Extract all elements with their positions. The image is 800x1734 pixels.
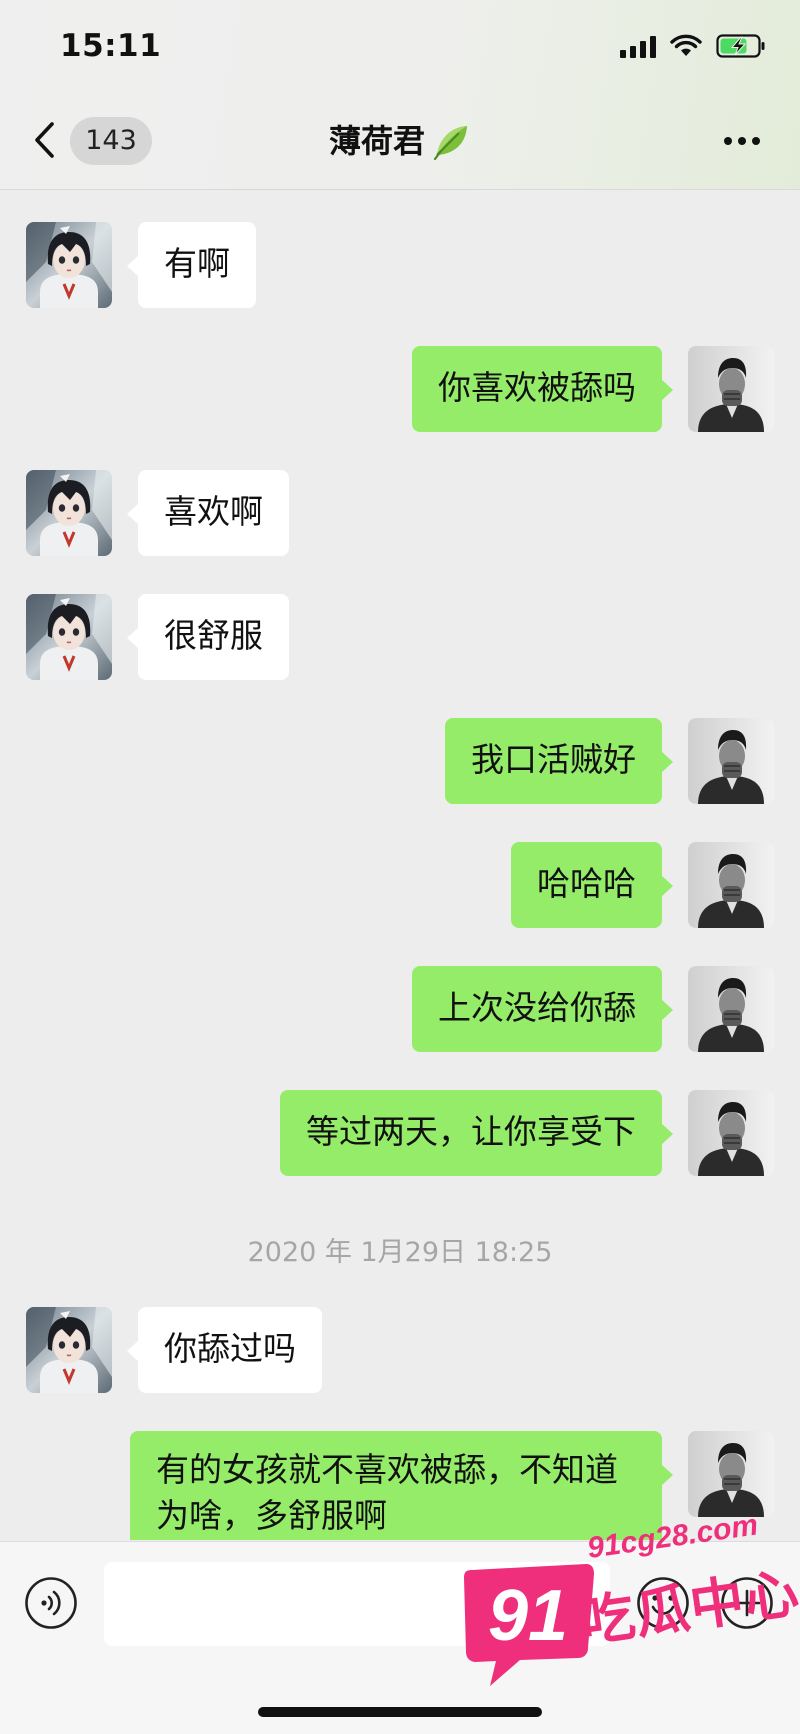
message-outgoing: 有的女孩就不喜欢被舔，不知道为啥，多舒服啊 <box>0 1431 800 1540</box>
leaf-icon <box>433 126 467 161</box>
message-outgoing: 你喜欢被舔吗 <box>0 346 800 434</box>
plus-button[interactable] <box>720 1576 774 1630</box>
my-avatar[interactable] <box>688 718 774 804</box>
my-avatar[interactable] <box>688 1431 774 1517</box>
message-bubble[interactable]: 我口活贼好 <box>445 718 673 804</box>
emoji-icon <box>637 1577 689 1629</box>
chat-title[interactable]: 薄荷君 <box>0 116 800 166</box>
status-time: 15:11 <box>60 28 162 64</box>
message-bubble[interactable]: 你舔过吗 <box>127 1307 322 1393</box>
my-avatar[interactable] <box>688 1090 774 1176</box>
message-outgoing: 我口活贼好 <box>0 718 800 806</box>
message-bubble[interactable]: 有啊 <box>127 222 256 308</box>
voice-icon <box>25 1577 77 1629</box>
my-avatar[interactable] <box>688 842 774 928</box>
message-outgoing: 等过两天，让你享受下 <box>0 1090 800 1178</box>
wifi-icon <box>670 34 702 58</box>
message-timestamp: 2020 年 1月29日 18:25 <box>247 1237 553 1268</box>
message-input[interactable] <box>104 1562 610 1646</box>
message-bubble[interactable]: 有的女孩就不喜欢被舔，不知道为啥，多舒服啊 <box>130 1431 673 1540</box>
more-dots-icon <box>724 137 760 145</box>
chat-title-text: 薄荷君 <box>328 122 425 160</box>
my-avatar[interactable] <box>688 966 774 1052</box>
emoji-button[interactable] <box>636 1576 690 1630</box>
message-bubble[interactable]: 上次没给你舔 <box>412 966 673 1052</box>
message-bubble[interactable]: 哈哈哈 <box>511 842 673 928</box>
message-incoming: 喜欢啊 <box>0 470 800 558</box>
chat-area[interactable]: 有啊 你喜欢被舔吗 喜欢啊 很舒服 我口活贼好 哈哈哈 上次没给你舔 等过两天，… <box>0 190 800 1540</box>
input-bar <box>0 1541 800 1734</box>
battery-charging-icon <box>716 34 766 58</box>
message-incoming: 很舒服 <box>0 594 800 682</box>
voice-button[interactable] <box>24 1576 78 1630</box>
message-bubble[interactable]: 很舒服 <box>127 594 289 680</box>
more-options-button[interactable] <box>720 126 764 156</box>
cellular-signal-icon <box>620 34 656 58</box>
message-outgoing: 哈哈哈 <box>0 842 800 930</box>
message-incoming: 你舔过吗 <box>0 1307 800 1395</box>
home-indicator[interactable] <box>258 1707 542 1717</box>
message-incoming: 有啊 <box>0 222 800 310</box>
contact-avatar[interactable] <box>26 594 112 680</box>
plus-icon <box>721 1577 773 1629</box>
contact-avatar[interactable] <box>26 222 112 308</box>
top-bar: 15:11 143 薄荷君 <box>0 0 800 190</box>
message-outgoing: 上次没给你舔 <box>0 966 800 1054</box>
contact-avatar[interactable] <box>26 470 112 556</box>
my-avatar[interactable] <box>688 346 774 432</box>
message-bubble[interactable]: 喜欢啊 <box>127 470 289 556</box>
message-bubble[interactable]: 你喜欢被舔吗 <box>412 346 673 432</box>
message-bubble[interactable]: 等过两天，让你享受下 <box>280 1090 673 1176</box>
contact-avatar[interactable] <box>26 1307 112 1393</box>
status-icons <box>620 34 766 58</box>
